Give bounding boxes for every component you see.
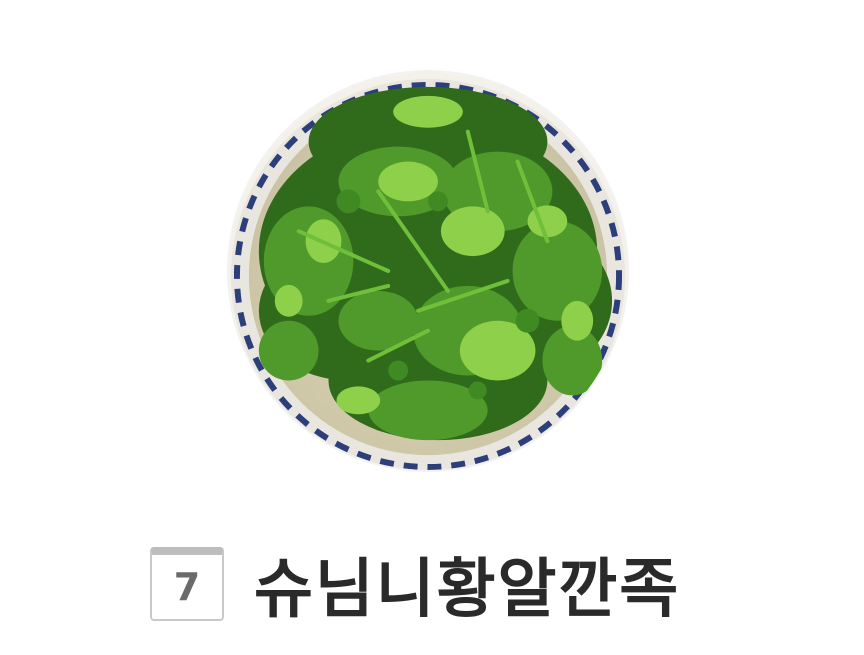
item-title[interactable]: 슈님니황알깐족 (254, 538, 680, 630)
caption-row: 7 슈님니황알깐족 (150, 544, 680, 627)
cilantro-bowl-icon (229, 72, 627, 470)
page: 7 슈님니황알깐족 (0, 0, 864, 655)
rank-badge: 7 (150, 547, 224, 621)
food-photo[interactable] (229, 72, 627, 470)
